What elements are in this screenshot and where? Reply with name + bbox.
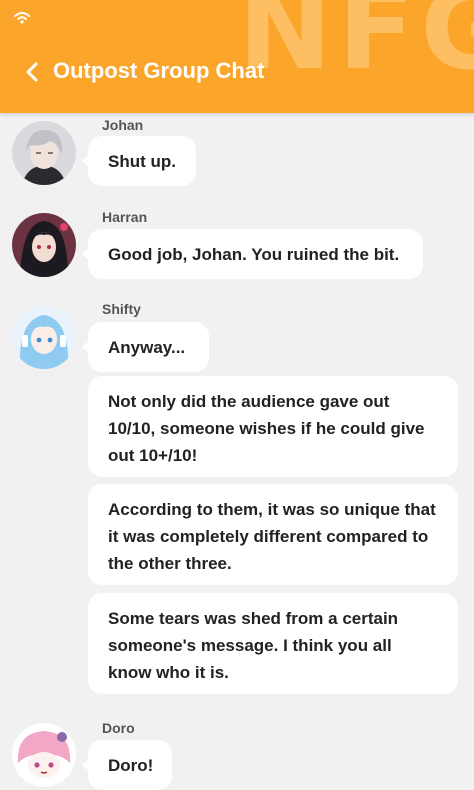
chevron-left-icon[interactable]: [22, 60, 44, 84]
sender-name: Shifty: [102, 301, 141, 317]
sender-name: Johan: [102, 117, 144, 133]
harran-avatar[interactable]: [12, 213, 76, 277]
johan-avatar[interactable]: [12, 121, 76, 185]
shifty-avatar[interactable]: [12, 305, 76, 369]
message-bubble: Shut up.: [82, 136, 196, 186]
sender-name: Doro: [102, 720, 135, 736]
message-bubble: Anyway...: [82, 322, 209, 372]
sender-name: Harran: [102, 209, 148, 225]
chat-title: Outpost Group Chat: [53, 58, 265, 83]
message-bubble: Not only did the audience gave out 10/10…: [88, 376, 458, 477]
message-bubble: Doro!: [82, 740, 172, 790]
message-bubble: According to them, it was so unique that…: [88, 484, 458, 585]
wifi-icon: [14, 12, 30, 24]
doro-avatar[interactable]: [12, 723, 76, 787]
message-bubble: Good job, Johan. You ruined the bit.: [82, 229, 423, 279]
chat-header: NFG Outpost Group Chat: [0, 0, 474, 113]
watermark-logo: NFG: [238, 0, 474, 95]
message-bubble: Some tears was shed from a certain someo…: [88, 593, 458, 694]
